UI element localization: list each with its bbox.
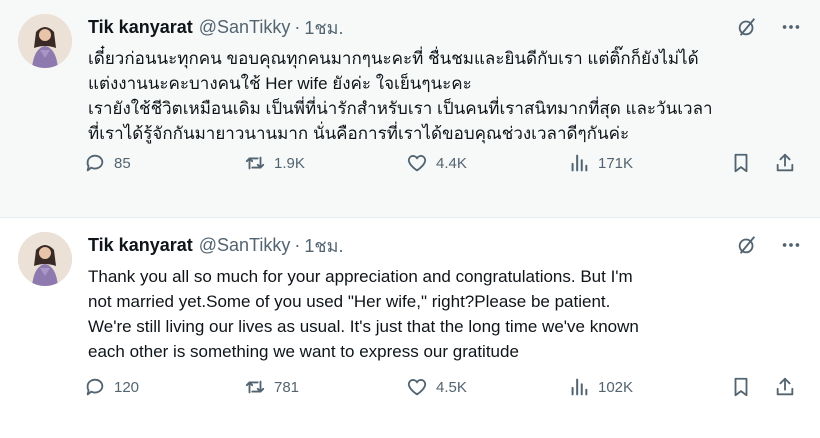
author-handle[interactable]: @SanTikky (199, 17, 291, 38)
tweet-time[interactable]: 1ชม. (304, 231, 343, 260)
retweet-icon (245, 156, 265, 170)
bookmark-icon (734, 153, 748, 173)
author-name[interactable]: Tik kanyarat (88, 17, 193, 38)
tweet-time[interactable]: 1ชม. (304, 13, 343, 42)
reply-icon (86, 378, 104, 396)
like-button[interactable]: 4.4K (406, 152, 467, 174)
more-icon[interactable] (780, 234, 802, 261)
like-icon (407, 155, 427, 172)
views-icon (571, 378, 588, 396)
reply-count: 85 (114, 154, 131, 172)
avatar[interactable] (18, 14, 72, 68)
retweet-button[interactable]: 1.9K (244, 152, 305, 174)
retweet-button[interactable]: 781 (244, 376, 299, 398)
views-button[interactable]: 102K (568, 376, 633, 398)
reply-count: 120 (114, 378, 140, 396)
retweet-count: 1.9K (274, 154, 305, 172)
reply-icon (86, 154, 104, 172)
reply-button[interactable]: 120 (84, 376, 139, 398)
tweet-text: เดี๋ยวก่อนนะทุกคน ขอบคุณทุกคนมากๆนะคะที่… (88, 49, 713, 143)
separator-dot: · (294, 234, 301, 255)
like-icon (407, 379, 427, 396)
share-icon (776, 153, 794, 172)
bookmark-button[interactable] (730, 152, 752, 174)
tweet-header: Tik kanyarat @SanTikky · 1ชม. (88, 14, 802, 40)
like-count: 4.5K (436, 378, 467, 396)
views-count: 102K (598, 378, 634, 396)
separator-dot: · (294, 16, 301, 37)
author-name[interactable]: Tik kanyarat (88, 235, 193, 256)
retweet-icon (245, 380, 265, 394)
views-count: 171K (598, 154, 634, 172)
author-handle[interactable]: @SanTikky (199, 235, 291, 256)
views-icon (571, 154, 588, 172)
grok-icon[interactable] (736, 16, 758, 43)
retweet-count: 781 (274, 378, 300, 396)
bookmark-icon (734, 377, 748, 397)
more-icon[interactable] (780, 16, 802, 43)
bookmark-button[interactable] (730, 376, 752, 398)
like-count: 4.4K (436, 154, 467, 172)
share-button[interactable] (774, 152, 796, 174)
share-button[interactable] (774, 376, 796, 398)
like-button[interactable]: 4.5K (406, 376, 467, 398)
grok-icon[interactable] (736, 234, 758, 261)
tweet-2[interactable]: Tik kanyarat @SanTikky · 1ชม. Thank you (0, 218, 820, 438)
tweet-header: Tik kanyarat @SanTikky · 1ชม. (88, 232, 802, 258)
tweet-1[interactable]: Tik kanyarat @SanTikky · 1ชม. เดี๋ยวก่อน (0, 0, 820, 218)
reply-button[interactable]: 85 (84, 152, 131, 174)
tweet-text: Thank you all so much for your appreciat… (88, 267, 639, 361)
avatar[interactable] (18, 232, 72, 286)
share-icon (776, 377, 794, 396)
views-button[interactable]: 171K (568, 152, 633, 174)
